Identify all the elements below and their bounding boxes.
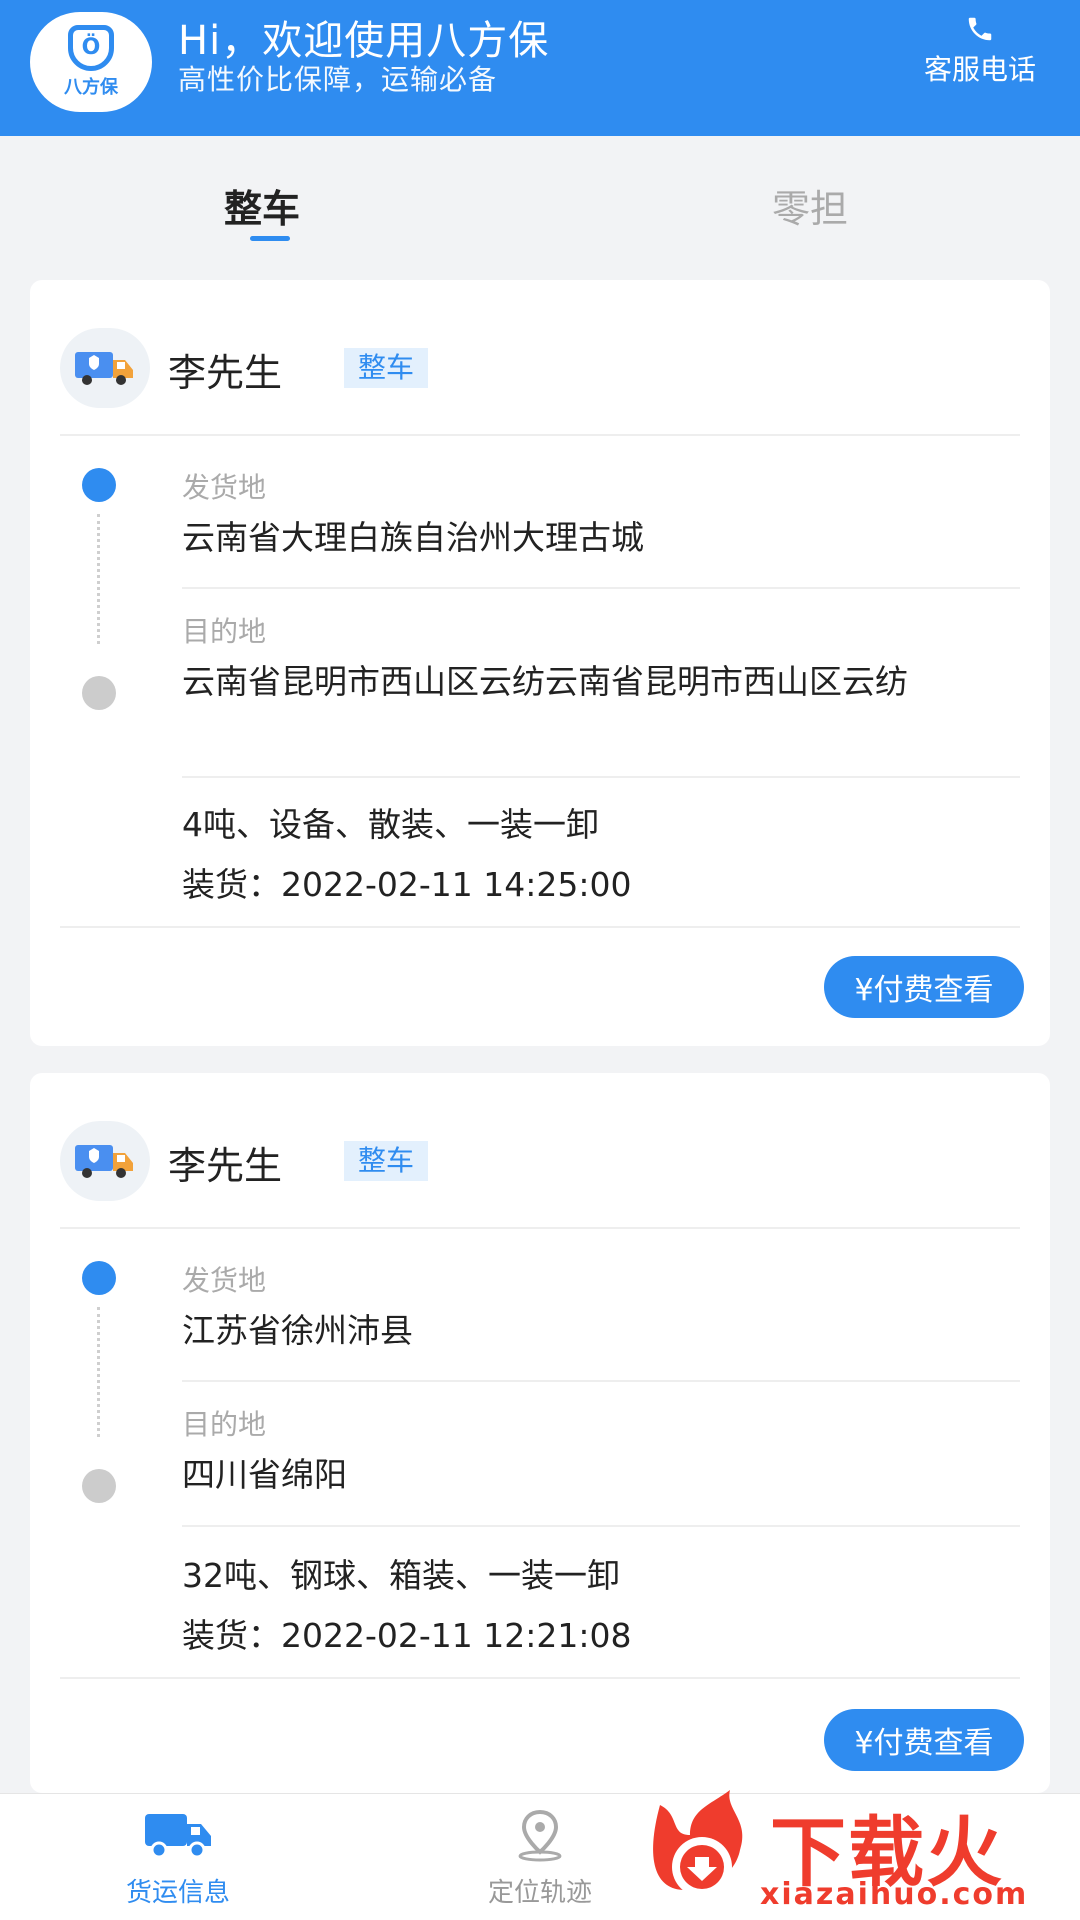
order-card[interactable]: 李先生 整车 发货地 云南省大理白族自治州大理古城 目的地 云南省昆明市西山区云… bbox=[30, 280, 1050, 1046]
welcome-subtitle: 高性价比保障，运输必备 bbox=[178, 63, 498, 96]
tab-whole-vehicle[interactable]: 整车 bbox=[224, 178, 300, 233]
truck-avatar-icon bbox=[60, 328, 150, 408]
customer-name: 李先生 bbox=[168, 1144, 283, 1188]
origin-address: 云南省大理白族自治州大理古城 bbox=[182, 518, 644, 557]
shield-icon: Ö bbox=[68, 25, 114, 71]
origin-label: 发货地 bbox=[182, 1264, 267, 1297]
route-line bbox=[97, 514, 100, 644]
order-type-badge: 整车 bbox=[344, 1141, 429, 1181]
order-card[interactable]: 李先生 整车 发货地 江苏省徐州沛县 目的地 四川省绵阳 32吨、钢球、箱装、一… bbox=[30, 1073, 1050, 1793]
truck-avatar-icon bbox=[60, 1121, 150, 1201]
order-card-header: 李先生 整车 bbox=[60, 1121, 1020, 1201]
origin-address: 江苏省徐州沛县 bbox=[182, 1311, 413, 1350]
truck-icon bbox=[75, 1145, 133, 1178]
destination-label: 目的地 bbox=[182, 615, 267, 648]
app-logo: Ö 八方保 bbox=[30, 12, 152, 112]
location-pin-icon bbox=[518, 1809, 562, 1862]
nav-freight-info[interactable]: 货运信息 bbox=[78, 1808, 278, 1909]
order-type-badge: 整车 bbox=[344, 348, 429, 388]
divider bbox=[60, 1677, 1020, 1679]
divider bbox=[60, 434, 1020, 436]
destination-label: 目的地 bbox=[182, 1408, 267, 1441]
nav-label: 货运信息 bbox=[125, 1878, 230, 1908]
tab-less-than-truckload[interactable]: 零担 bbox=[772, 178, 848, 233]
category-tabs: 整车 零担 bbox=[0, 160, 1080, 250]
customer-service-label: 客服电话 bbox=[923, 53, 1036, 86]
divider bbox=[182, 587, 1020, 589]
divider bbox=[60, 926, 1020, 928]
tab-active-indicator bbox=[250, 236, 290, 241]
customer-name: 李先生 bbox=[168, 351, 283, 395]
route-line bbox=[97, 1307, 100, 1437]
destination-address: 云南省昆明市西山区云纺云南省昆明市西山区云纺 bbox=[182, 662, 908, 701]
watermark-logo: 下载火 xiazaihuo.com bbox=[640, 1785, 1080, 1920]
phone-icon bbox=[968, 17, 992, 41]
divider bbox=[182, 776, 1020, 778]
origin-dot bbox=[82, 468, 116, 502]
watermark-url: xiazaihuo.com bbox=[760, 1877, 1029, 1912]
truck-icon bbox=[145, 1814, 211, 1859]
nav-location-track[interactable]: 定位轨迹 bbox=[440, 1808, 640, 1909]
app-header: Ö 八方保 Hi，欢迎使用八方保 高性价比保障，运输必备 客服电话 bbox=[0, 0, 1080, 136]
pay-to-view-button[interactable]: ¥付费查看 bbox=[824, 956, 1024, 1018]
divider bbox=[60, 1227, 1020, 1229]
customer-service-button[interactable]: 客服电话 bbox=[910, 14, 1050, 88]
order-card-header: 李先生 整车 bbox=[60, 328, 1020, 408]
pay-to-view-button[interactable]: ¥付费查看 bbox=[824, 1709, 1024, 1771]
destination-dot bbox=[82, 1469, 116, 1503]
divider bbox=[182, 1380, 1020, 1382]
origin-dot bbox=[82, 1261, 116, 1295]
cargo-info: 4吨、设备、散装、一装一卸 bbox=[182, 805, 599, 844]
destination-address: 四川省绵阳 bbox=[182, 1455, 347, 1494]
divider bbox=[182, 1525, 1020, 1527]
flame-icon bbox=[653, 1790, 743, 1897]
logo-text: 八方保 bbox=[64, 77, 118, 98]
truck-icon bbox=[75, 352, 133, 385]
nav-label: 定位轨迹 bbox=[487, 1878, 592, 1908]
origin-label: 发货地 bbox=[182, 471, 267, 504]
loading-time: 装货：2022-02-11 14:25:00 bbox=[182, 865, 632, 904]
loading-time: 装货：2022-02-11 12:21:08 bbox=[182, 1616, 632, 1655]
destination-dot bbox=[82, 676, 116, 710]
cargo-info: 32吨、钢球、箱装、一装一卸 bbox=[182, 1556, 620, 1595]
